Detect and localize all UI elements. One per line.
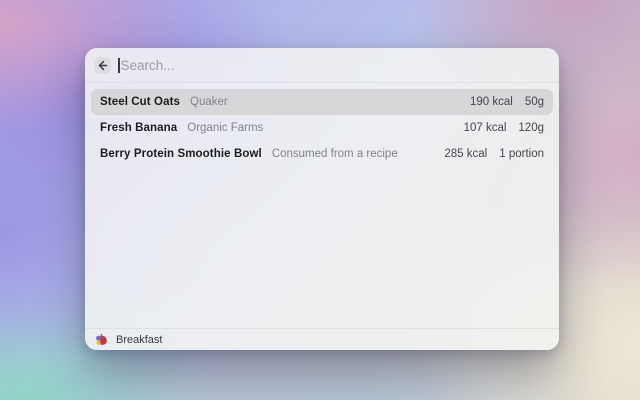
food-subtitle: Quaker <box>190 96 228 108</box>
row-right: 107 kcal 120g <box>464 122 544 134</box>
search-window: Steel Cut Oats Quaker 190 kcal 50g Fresh… <box>85 48 559 350</box>
food-amount: 50g <box>524 96 544 108</box>
row-left: Steel Cut Oats Quaker <box>100 96 228 108</box>
food-amount: 120g <box>518 122 544 134</box>
food-subtitle: Consumed from a recipe <box>271 148 398 160</box>
app-logo-icon <box>95 333 108 346</box>
food-name: Fresh Banana <box>100 122 178 134</box>
row-left: Fresh Banana Organic Farms <box>100 122 263 134</box>
food-name: Steel Cut Oats <box>100 96 181 108</box>
search-bar <box>85 48 559 83</box>
row-right: 285 kcal 1 portion <box>444 148 544 160</box>
back-button[interactable] <box>94 56 111 74</box>
result-row-berry-protein-smoothie-bowl[interactable]: Berry Protein Smoothie Bowl Consumed fro… <box>91 141 553 167</box>
arrow-left-icon <box>97 60 108 71</box>
row-right: 190 kcal 50g <box>470 96 544 108</box>
food-calories: 107 kcal <box>463 122 507 134</box>
result-list: Steel Cut Oats Quaker 190 kcal 50g Fresh… <box>85 83 559 173</box>
row-left: Berry Protein Smoothie Bowl Consumed fro… <box>100 148 398 160</box>
result-row-fresh-banana[interactable]: Fresh Banana Organic Farms 107 kcal 120g <box>91 115 553 141</box>
search-input[interactable] <box>119 57 550 73</box>
footer-label: Breakfast <box>116 333 163 346</box>
food-calories: 285 kcal <box>444 148 488 160</box>
result-row-steel-cut-oats[interactable]: Steel Cut Oats Quaker 190 kcal 50g <box>91 89 553 115</box>
search-field-wrap <box>118 55 550 75</box>
food-name: Berry Protein Smoothie Bowl <box>100 148 262 160</box>
empty-results-area <box>85 173 559 328</box>
food-amount: 1 portion <box>499 148 544 160</box>
food-subtitle: Organic Farms <box>187 122 264 134</box>
footer-bar: Breakfast <box>85 328 559 350</box>
food-calories: 190 kcal <box>469 96 513 108</box>
